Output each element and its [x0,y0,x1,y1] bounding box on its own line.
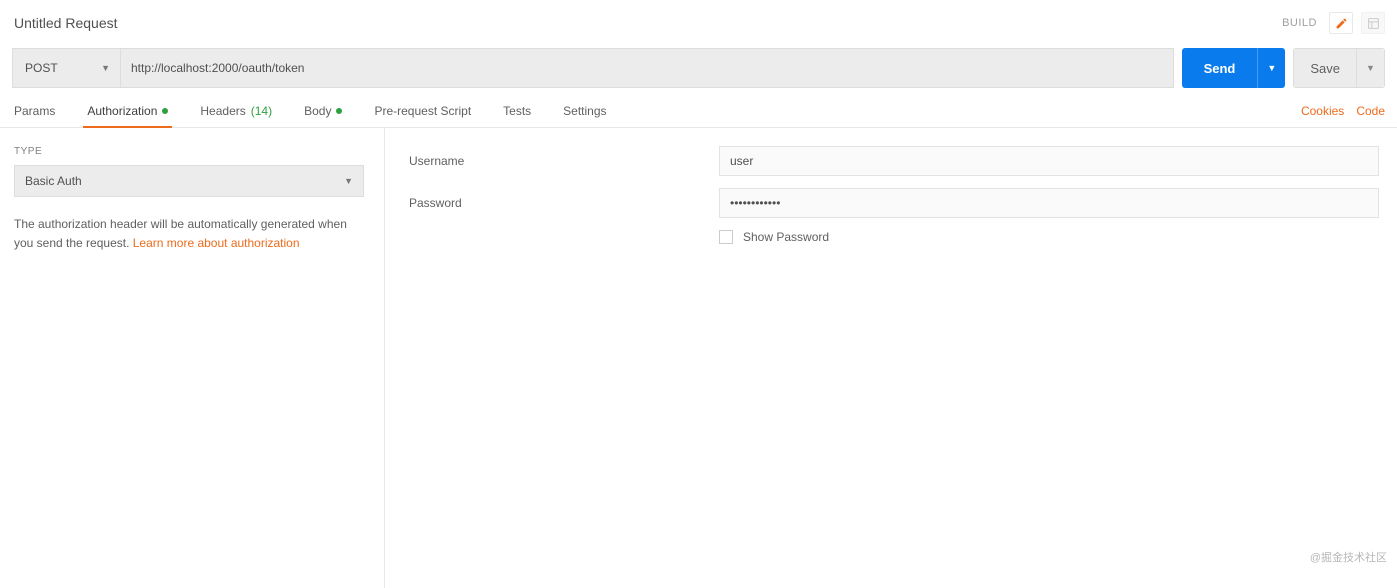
password-label: Password [409,196,719,210]
username-label: Username [409,154,719,168]
auth-type-select[interactable]: Basic Auth ▼ [14,165,364,197]
chevron-down-icon: ▼ [101,63,110,73]
send-dropdown[interactable]: ▼ [1257,48,1285,88]
build-label: BUILD [1282,17,1317,29]
save-button[interactable]: Save [1293,48,1357,88]
cookies-link[interactable]: Cookies [1301,104,1344,118]
status-dot-icon [162,108,168,114]
watermark: @掘金技术社区 [1310,549,1387,565]
tab-body[interactable]: Body [302,94,344,127]
password-input[interactable] [719,188,1379,218]
auth-form-pane: Username Password Show Password [385,128,1397,588]
type-label: TYPE [14,146,366,157]
chevron-down-icon: ▼ [1366,63,1375,73]
tab-headers[interactable]: Headers (14) [198,94,274,127]
auth-content: TYPE Basic Auth ▼ The authorization head… [0,128,1397,588]
url-input[interactable] [120,48,1174,88]
tab-prerequest[interactable]: Pre-request Script [372,94,473,127]
layout-icon [1367,17,1380,30]
request-header: Untitled Request BUILD [0,0,1397,42]
show-password-checkbox[interactable] [719,230,733,244]
auth-type-pane: TYPE Basic Auth ▼ The authorization head… [0,128,385,588]
tab-params[interactable]: Params [12,94,57,127]
method-select[interactable]: POST ▼ [12,48,120,88]
code-link[interactable]: Code [1356,104,1385,118]
status-dot-icon [336,108,342,114]
tabs-row: Params Authorization Headers (14) Body P… [0,94,1397,128]
tab-tests[interactable]: Tests [501,94,533,127]
tab-settings[interactable]: Settings [561,94,608,127]
send-button[interactable]: Send [1182,48,1258,88]
comment-button[interactable] [1329,12,1353,34]
layout-button[interactable] [1361,12,1385,34]
show-password-label: Show Password [743,230,829,244]
learn-more-link[interactable]: Learn more about authorization [133,236,300,250]
comment-icon [1335,17,1348,30]
request-title: Untitled Request [14,15,118,31]
tab-authorization[interactable]: Authorization [85,94,170,127]
method-value: POST [25,61,58,75]
username-input[interactable] [719,146,1379,176]
chevron-down-icon: ▼ [1267,63,1276,73]
request-row: POST ▼ Send ▼ Save ▼ [0,42,1397,94]
auth-help-text: The authorization header will be automat… [14,215,364,253]
chevron-down-icon: ▼ [344,176,353,186]
save-dropdown[interactable]: ▼ [1357,48,1385,88]
auth-type-value: Basic Auth [25,174,82,188]
